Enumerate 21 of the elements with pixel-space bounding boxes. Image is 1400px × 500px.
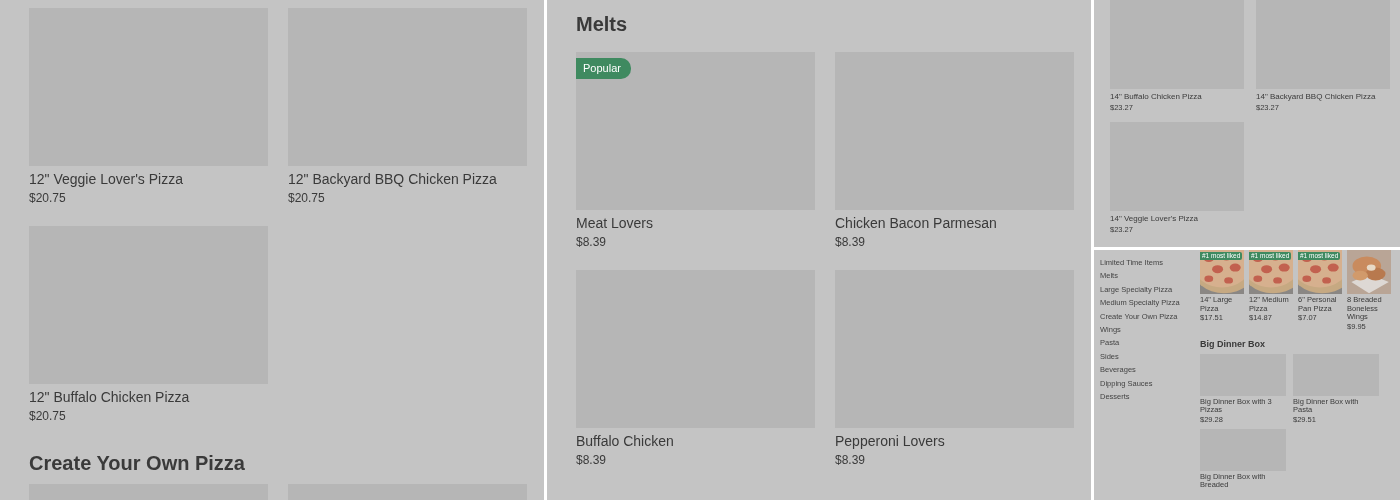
section-heading: Create Your Own Pizza	[29, 451, 246, 476]
item-name[interactable]: 12" Veggie Lover's Pizza	[29, 171, 268, 188]
item-name[interactable]: 12" Buffalo Chicken Pizza	[29, 389, 268, 406]
item-price: $8.39	[835, 234, 867, 250]
item-price: $8.39	[835, 452, 867, 468]
item-price: $20.75	[29, 190, 67, 206]
item-name[interactable]: 14" Backyard BBQ Chicken Pizza	[1256, 92, 1390, 102]
item-price: $20.75	[29, 408, 67, 424]
item-name[interactable]: Pepperoni Lovers	[835, 433, 1074, 450]
item-price: $8.39	[576, 452, 608, 468]
popular-badge: Popular	[576, 58, 631, 79]
item-name[interactable]: 14" Buffalo Chicken Pizza	[1110, 92, 1244, 102]
item-price: $20.75	[288, 190, 326, 206]
section-heading: Big Dinner Box	[1200, 338, 1266, 350]
item-price: $8.39	[576, 234, 608, 250]
item-name[interactable]: Chicken Bacon Parmesan	[835, 215, 1074, 232]
item-name[interactable]: Meat Lovers	[576, 215, 815, 232]
item-name[interactable]: Buffalo Chicken	[576, 433, 815, 450]
item-name[interactable]: 12" Backyard BBQ Chicken Pizza	[288, 171, 527, 188]
section-heading: Melts	[576, 12, 629, 37]
item-name[interactable]: 14" Veggie Lover's Pizza	[1110, 214, 1244, 224]
